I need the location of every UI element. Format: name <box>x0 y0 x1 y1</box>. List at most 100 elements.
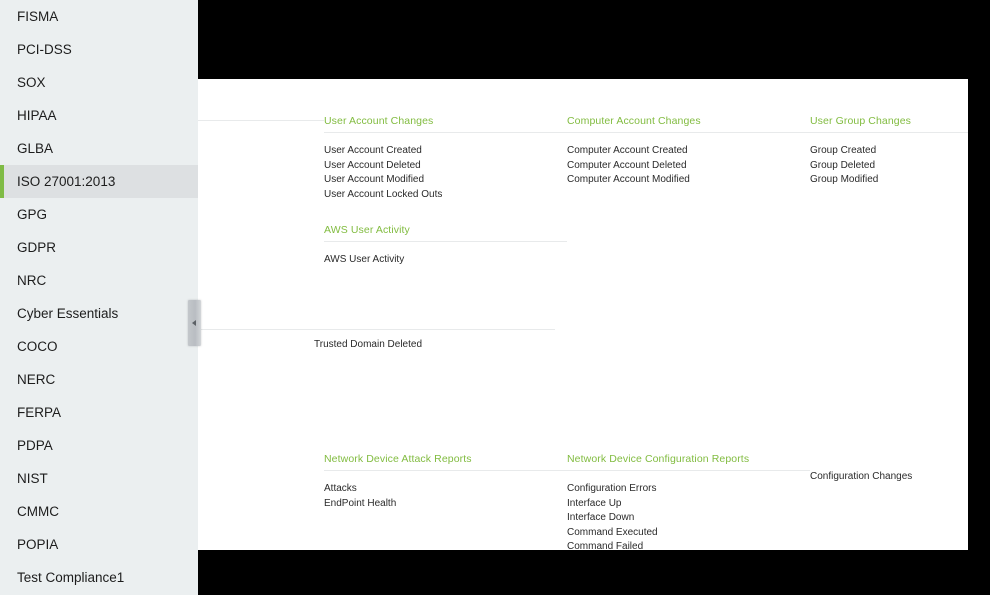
report-group-user-account-changes: User Account Changes User Account Create… <box>324 115 567 202</box>
sidebar-item-gdpr[interactable]: GDPR <box>0 231 198 264</box>
report-link[interactable]: Computer Account Deleted <box>567 159 810 174</box>
sidebar-item-label: CMMC <box>17 504 59 519</box>
report-link[interactable]: Command Executed <box>567 526 810 541</box>
report-group-title-aws-user-activity: AWS User Activity <box>324 224 567 243</box>
sidebar-item-iso-27001-2013[interactable]: ISO 27001:2013 <box>0 165 198 198</box>
report-group-title <box>810 453 968 459</box>
report-column-computer-account: Computer Account Changes Computer Accoun… <box>567 115 810 268</box>
report-link[interactable]: Interface Up <box>567 497 810 512</box>
sidebar-item-label: POPIA <box>17 537 59 552</box>
report-band-trusted-domain: Trusted Domain Deleted <box>198 338 968 353</box>
report-group-aws-user-activity: AWS User Activity AWS User Activity <box>324 224 567 268</box>
sidebar-item-pci-dss[interactable]: PCI-DSS <box>0 33 198 66</box>
report-group-title-network-device-attack: Network Device Attack Reports <box>324 453 567 471</box>
chevron-left-icon <box>192 320 196 326</box>
report-group-user-group-changes: User Group Changes Group Created Group D… <box>810 115 968 188</box>
report-band-accounts: User Account Changes User Account Create… <box>198 115 968 268</box>
report-group-items-network-device-configuration: Configuration Errors Interface Up Interf… <box>567 482 810 550</box>
compliance-sidebar[interactable]: FISMA PCI-DSS SOX HIPAA GLBA ISO 27001:2… <box>0 0 198 595</box>
report-group-items-aws-user-activity: AWS User Activity <box>324 253 567 268</box>
app-root: User Account Changes User Account Create… <box>0 0 990 595</box>
sidebar-item-label: FERPA <box>17 405 62 420</box>
sidebar-item-label: GPG <box>17 207 48 222</box>
sidebar-item-label: NIST <box>17 471 48 486</box>
report-link[interactable]: User Account Locked Outs <box>324 188 567 203</box>
report-link[interactable]: Attacks <box>324 482 567 497</box>
report-link[interactable]: EndPoint Health <box>324 497 567 512</box>
sidebar-item-label: Test Compliance1 <box>17 570 125 585</box>
report-link[interactable]: Computer Account Created <box>567 144 810 159</box>
sidebar-collapse-handle[interactable] <box>188 300 201 346</box>
sidebar-item-hipaa[interactable]: HIPAA <box>0 99 198 132</box>
sidebar-item-coco[interactable]: COCO <box>0 330 198 363</box>
report-group-title <box>198 115 324 121</box>
sidebar-item-label: Cyber Essentials <box>17 306 119 321</box>
report-group-items-user-account-changes: User Account Created User Account Delete… <box>324 144 567 202</box>
sidebar-item-label: PCI-DSS <box>17 42 72 57</box>
sidebar-item-label: GDPR <box>17 240 57 255</box>
report-link[interactable]: Command Failed <box>567 540 810 550</box>
report-column-user-account: User Account Changes User Account Create… <box>324 115 567 268</box>
report-group-hidden <box>198 115 324 132</box>
report-link[interactable]: User Account Modified <box>324 173 567 188</box>
report-link[interactable]: Configuration Changes <box>810 470 968 485</box>
report-column-network-attack: Network Device Attack Reports Attacks En… <box>324 453 567 550</box>
sidebar-item-nerc[interactable]: NERC <box>0 363 198 396</box>
report-link[interactable]: User Account Deleted <box>324 159 567 174</box>
sidebar-item-label: GLBA <box>17 141 54 156</box>
report-group-config-changes: Configuration Changes <box>810 453 968 485</box>
sidebar-item-label: PDPA <box>17 438 53 453</box>
report-group-network-device-configuration: Network Device Configuration Reports Con… <box>567 453 810 550</box>
sidebar-item-fisma[interactable]: FISMA <box>0 0 198 33</box>
report-band-network-device: Network Device Attack Reports Attacks En… <box>198 453 968 550</box>
report-group-network-device-attack: Network Device Attack Reports Attacks En… <box>324 453 567 511</box>
report-group-title <box>198 453 324 459</box>
report-group-items-trusted-domain: Trusted Domain Deleted <box>314 338 567 353</box>
report-link[interactable]: User Account Created <box>324 144 567 159</box>
report-column-network-config: Network Device Configuration Reports Con… <box>567 453 810 550</box>
report-link[interactable]: Interface Down <box>567 511 810 526</box>
report-group-title-user-group-changes: User Group Changes <box>810 115 968 133</box>
report-group-title-network-device-configuration: Network Device Configuration Reports <box>567 453 810 471</box>
report-link[interactable]: Trusted Domain Deleted <box>314 338 567 353</box>
report-link[interactable]: Group Deleted <box>810 159 968 174</box>
sidebar-item-nrc[interactable]: NRC <box>0 264 198 297</box>
report-column-1 <box>198 115 324 268</box>
report-group-title-computer-account-changes: Computer Account Changes <box>567 115 810 133</box>
sidebar-item-label: NRC <box>17 273 47 288</box>
report-group-computer-account-changes: Computer Account Changes Computer Accoun… <box>567 115 810 188</box>
report-link[interactable]: Configuration Errors <box>567 482 810 497</box>
report-column-1 <box>198 338 314 353</box>
report-column-config-changes: Configuration Changes <box>810 453 968 550</box>
sidebar-item-label: SOX <box>17 75 46 90</box>
report-link[interactable]: Group Created <box>810 144 968 159</box>
sidebar-item-test-compliance1[interactable]: Test Compliance1 <box>0 561 198 594</box>
sidebar-item-label: HIPAA <box>17 108 57 123</box>
sidebar-item-ferpa[interactable]: FERPA <box>0 396 198 429</box>
sidebar-item-nist[interactable]: NIST <box>0 462 198 495</box>
report-column-user-group: User Group Changes Group Created Group D… <box>810 115 968 268</box>
sidebar-item-glba[interactable]: GLBA <box>0 132 198 165</box>
report-column-1 <box>198 453 324 550</box>
sidebar-item-label: NERC <box>17 372 56 387</box>
section-divider <box>198 329 555 330</box>
sidebar-item-cyber-essentials[interactable]: Cyber Essentials <box>0 297 198 330</box>
sidebar-item-label: FISMA <box>17 9 59 24</box>
sidebar-item-gpg[interactable]: GPG <box>0 198 198 231</box>
report-column-trusted-domain: Trusted Domain Deleted <box>314 338 567 353</box>
sidebar-item-sox[interactable]: SOX <box>0 66 198 99</box>
sidebar-item-cmmc[interactable]: CMMC <box>0 495 198 528</box>
report-group-items-config-changes: Configuration Changes <box>810 470 968 485</box>
report-link[interactable]: Group Modified <box>810 173 968 188</box>
sidebar-item-popia[interactable]: POPIA <box>0 528 198 561</box>
report-group-items-computer-account-changes: Computer Account Created Computer Accoun… <box>567 144 810 188</box>
sidebar-item-pdpa[interactable]: PDPA <box>0 429 198 462</box>
report-group-hidden-network <box>198 453 324 459</box>
compliance-reports-panel: User Account Changes User Account Create… <box>198 79 968 550</box>
report-link[interactable]: AWS User Activity <box>324 253 567 268</box>
sidebar-item-label: ISO 27001:2013 <box>17 174 116 189</box>
report-group-title-user-account-changes: User Account Changes <box>324 115 567 133</box>
report-link[interactable]: Computer Account Modified <box>567 173 810 188</box>
report-group-items-user-group-changes: Group Created Group Deleted Group Modifi… <box>810 144 968 188</box>
sidebar-item-label: COCO <box>17 339 58 354</box>
